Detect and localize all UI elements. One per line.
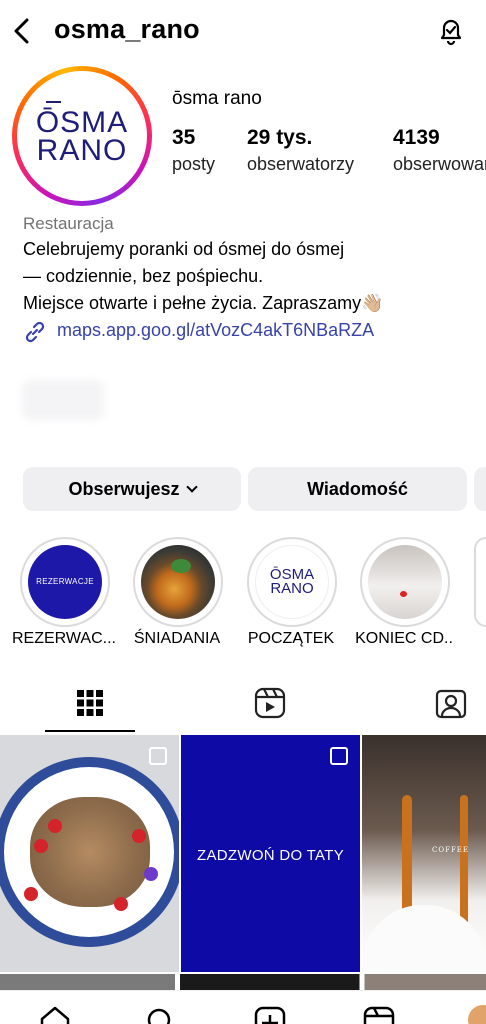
display-name: ōsma rano (172, 88, 262, 109)
avatar-logo-line2: RANO (36, 134, 128, 167)
avatar-macron (46, 101, 61, 103)
profile-avatar-icon[interactable] (468, 1005, 486, 1024)
highlight-cover: REZERWACJE (28, 545, 102, 619)
grid-icon[interactable] (73, 686, 107, 720)
top-bar: osma_rano (0, 0, 486, 64)
back-arrow-icon[interactable] (10, 16, 34, 46)
highlight-breakfast[interactable] (133, 537, 223, 627)
bio-line: Miejsce otwarte i pełne życia. Zapraszam… (23, 293, 384, 313)
highlight-end[interactable] (360, 537, 450, 627)
highlight-cover (141, 545, 215, 619)
carousel-icon (330, 747, 348, 765)
bio-line: — codziennie, bez pośpiechu. (23, 266, 264, 286)
stat-posts[interactable]: 35 posty (172, 126, 215, 175)
stat-followers-value: 29 tys. (247, 126, 313, 149)
highlight-reservations[interactable]: REZERWACJE (20, 537, 110, 627)
stat-followers-label: obserwatorzy (247, 154, 355, 174)
chevron-down-icon (185, 481, 198, 493)
reels-icon[interactable] (253, 686, 287, 720)
avatar[interactable]: ŌSMA RANO (12, 66, 152, 206)
profile-link-text[interactable]: maps.app.goo.gl/atVozC4akT6NBaRZA (57, 320, 374, 341)
avatar-logo: ŌSMA RANO (17, 106, 147, 167)
post-tile[interactable]: ZADZWOŃ DO TATY (181, 735, 360, 972)
blurred-area (22, 380, 104, 420)
highlight-label: KONIEC CD.. (355, 630, 453, 647)
stat-posts-label: posty (172, 154, 216, 174)
following-button-label: Obserwujesz (68, 479, 180, 499)
post-tile[interactable]: COFFEE (362, 735, 486, 972)
stat-following-value: 4139 (393, 126, 440, 149)
profile-handle: osma_rano (54, 14, 200, 44)
search-icon[interactable] (143, 1005, 177, 1024)
next-row-posts[interactable] (0, 974, 486, 990)
highlight-cover-line2: RANO (270, 580, 314, 597)
active-tab-indicator (45, 730, 135, 732)
create-post-icon[interactable] (253, 1005, 287, 1024)
post-tile[interactable] (0, 735, 179, 972)
tagged-icon[interactable] (434, 686, 468, 720)
profile-bio: Celebrujemy poranki od ósmej do ósmej — … (23, 236, 483, 317)
stat-following[interactable]: 4139 obserwowani (393, 126, 486, 175)
bottom-navigation (0, 990, 486, 1024)
highlight-cover (368, 545, 442, 619)
post-image (0, 757, 179, 947)
highlight-label: REZERWAC... (11, 630, 116, 647)
highlight-partial[interactable] (474, 537, 486, 627)
suggested-button[interactable] (474, 467, 486, 511)
stat-posts-value: 35 (172, 126, 196, 149)
reels-icon[interactable] (362, 1005, 396, 1024)
highlight-label: ŚNIADANIA (133, 630, 221, 647)
following-button[interactable]: Obserwujesz (23, 467, 241, 511)
highlight-cover: ŌSMA RANO (255, 545, 329, 619)
highlight-beginning[interactable]: ŌSMA RANO (247, 537, 337, 627)
bio-line: Celebrujemy poranki od ósmej do ósmej (23, 239, 345, 259)
stat-followers[interactable]: 29 tys. obserwatorzy (247, 126, 354, 175)
notification-bell-icon[interactable] (436, 16, 466, 46)
home-icon[interactable] (38, 1005, 72, 1024)
link-icon (25, 321, 45, 343)
profile-tabs (0, 670, 486, 734)
avatar-logo-line1: ŌSMA (35, 106, 129, 139)
carousel-icon (149, 747, 167, 765)
message-button[interactable]: Wiadomość (248, 467, 467, 511)
profile-category: Restauracja (23, 214, 114, 233)
stat-following-label: obserwowani (393, 154, 486, 174)
avatar-image: ŌSMA RANO (17, 71, 147, 201)
highlight-label: POCZĄTEK (247, 630, 335, 647)
post-text: COFFEE (432, 846, 470, 854)
post-text: ZADZWOŃ DO TATY (197, 847, 344, 864)
